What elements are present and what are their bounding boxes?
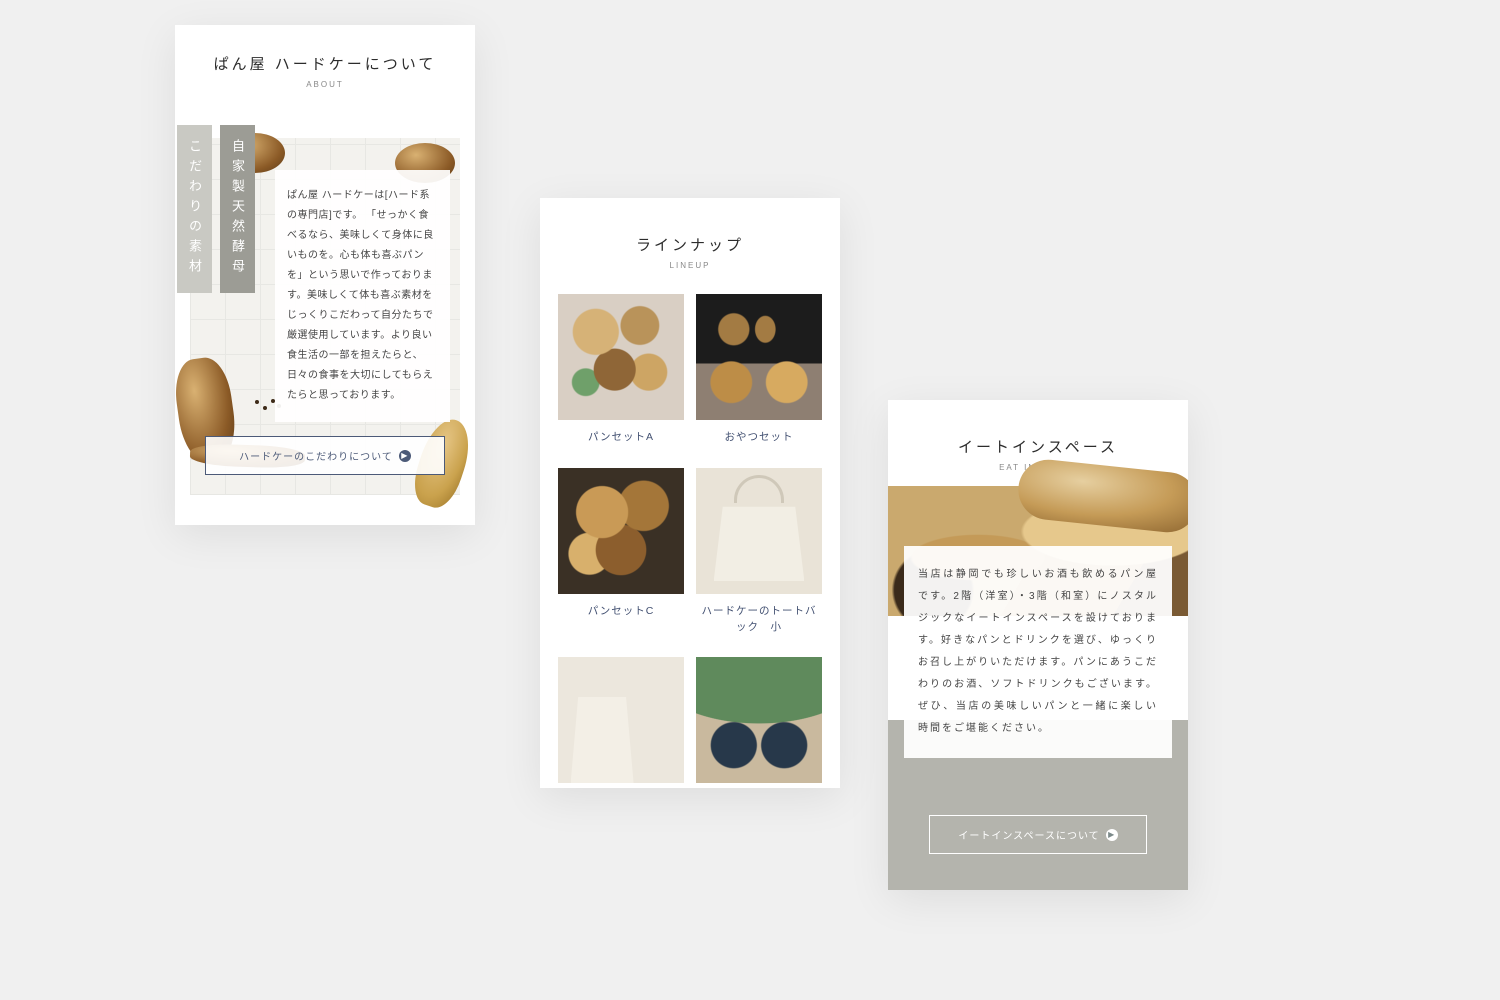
product-name: パンセットC	[558, 604, 684, 620]
eatin-title: イートインスペース	[888, 436, 1188, 457]
chevron-right-icon: ▶	[1106, 829, 1118, 841]
product-image	[696, 468, 822, 594]
product-item[interactable]: おやつセット	[696, 294, 822, 446]
product-item[interactable]	[558, 657, 684, 783]
about-title: ぱん屋 ハードケーについて	[175, 53, 475, 74]
about-detail-button-label: ハードケーのこだわりについて	[239, 448, 393, 463]
product-image	[696, 657, 822, 783]
vertical-tags: こだわりの素材 自家製天然酵母	[177, 125, 255, 293]
product-item[interactable]: パンセットC	[558, 468, 684, 636]
product-image	[558, 294, 684, 420]
product-image	[558, 468, 684, 594]
product-name: ハードケーのトートバック 小	[696, 604, 822, 636]
product-image	[696, 294, 822, 420]
about-detail-button[interactable]: ハードケーのこだわりについて ▶	[205, 436, 445, 475]
product-name: おやつセット	[696, 430, 822, 446]
eatin-detail-button[interactable]: イートインスペースについて ▶	[929, 815, 1146, 854]
tote-logo-icon	[754, 521, 766, 549]
about-subtitle: ABOUT	[175, 80, 475, 89]
eatin-detail-button-label: イートインスペースについて	[958, 827, 1099, 842]
product-name: パンセットA	[558, 430, 684, 446]
product-item[interactable]: ハードケーのトートバック 小	[696, 468, 822, 636]
product-item[interactable]: パンセットA	[558, 294, 684, 446]
vertical-tag-front: 自家製天然酵母	[220, 125, 255, 293]
lineup-title: ラインナップ	[540, 234, 840, 255]
lineup-subtitle: LINEUP	[540, 261, 840, 270]
product-item[interactable]	[696, 657, 822, 783]
lineup-header: ラインナップ LINEUP	[540, 198, 840, 288]
vertical-tag-back: こだわりの素材	[177, 125, 212, 293]
eatin-card: イートインスペース EAT IN SPACE イートインスペースについて ▶ 当…	[888, 400, 1188, 890]
eatin-body: 当店は静岡でも珍しいお酒も飲めるパン屋です。2階（洋室）・3階（和室）にノスタル…	[904, 546, 1172, 758]
chevron-right-icon: ▶	[399, 450, 411, 462]
about-card: ぱん屋 ハードケーについて ABOUT こだわりの素材 自家製天然酵母 ぱん屋 …	[175, 25, 475, 525]
about-header: ぱん屋 ハードケーについて ABOUT	[175, 25, 475, 95]
lineup-card: ラインナップ LINEUP パンセットA おやつセット パンセットC ハードケー…	[540, 198, 840, 788]
tote-icon	[734, 475, 784, 503]
product-image	[558, 657, 684, 783]
about-body: ぱん屋 ハードケーは[ハード系の専門店]です。 「せっかく食べるなら、美味しくて…	[275, 170, 450, 422]
lineup-grid: パンセットA おやつセット パンセットC ハードケーのトートバック 小	[540, 288, 840, 783]
